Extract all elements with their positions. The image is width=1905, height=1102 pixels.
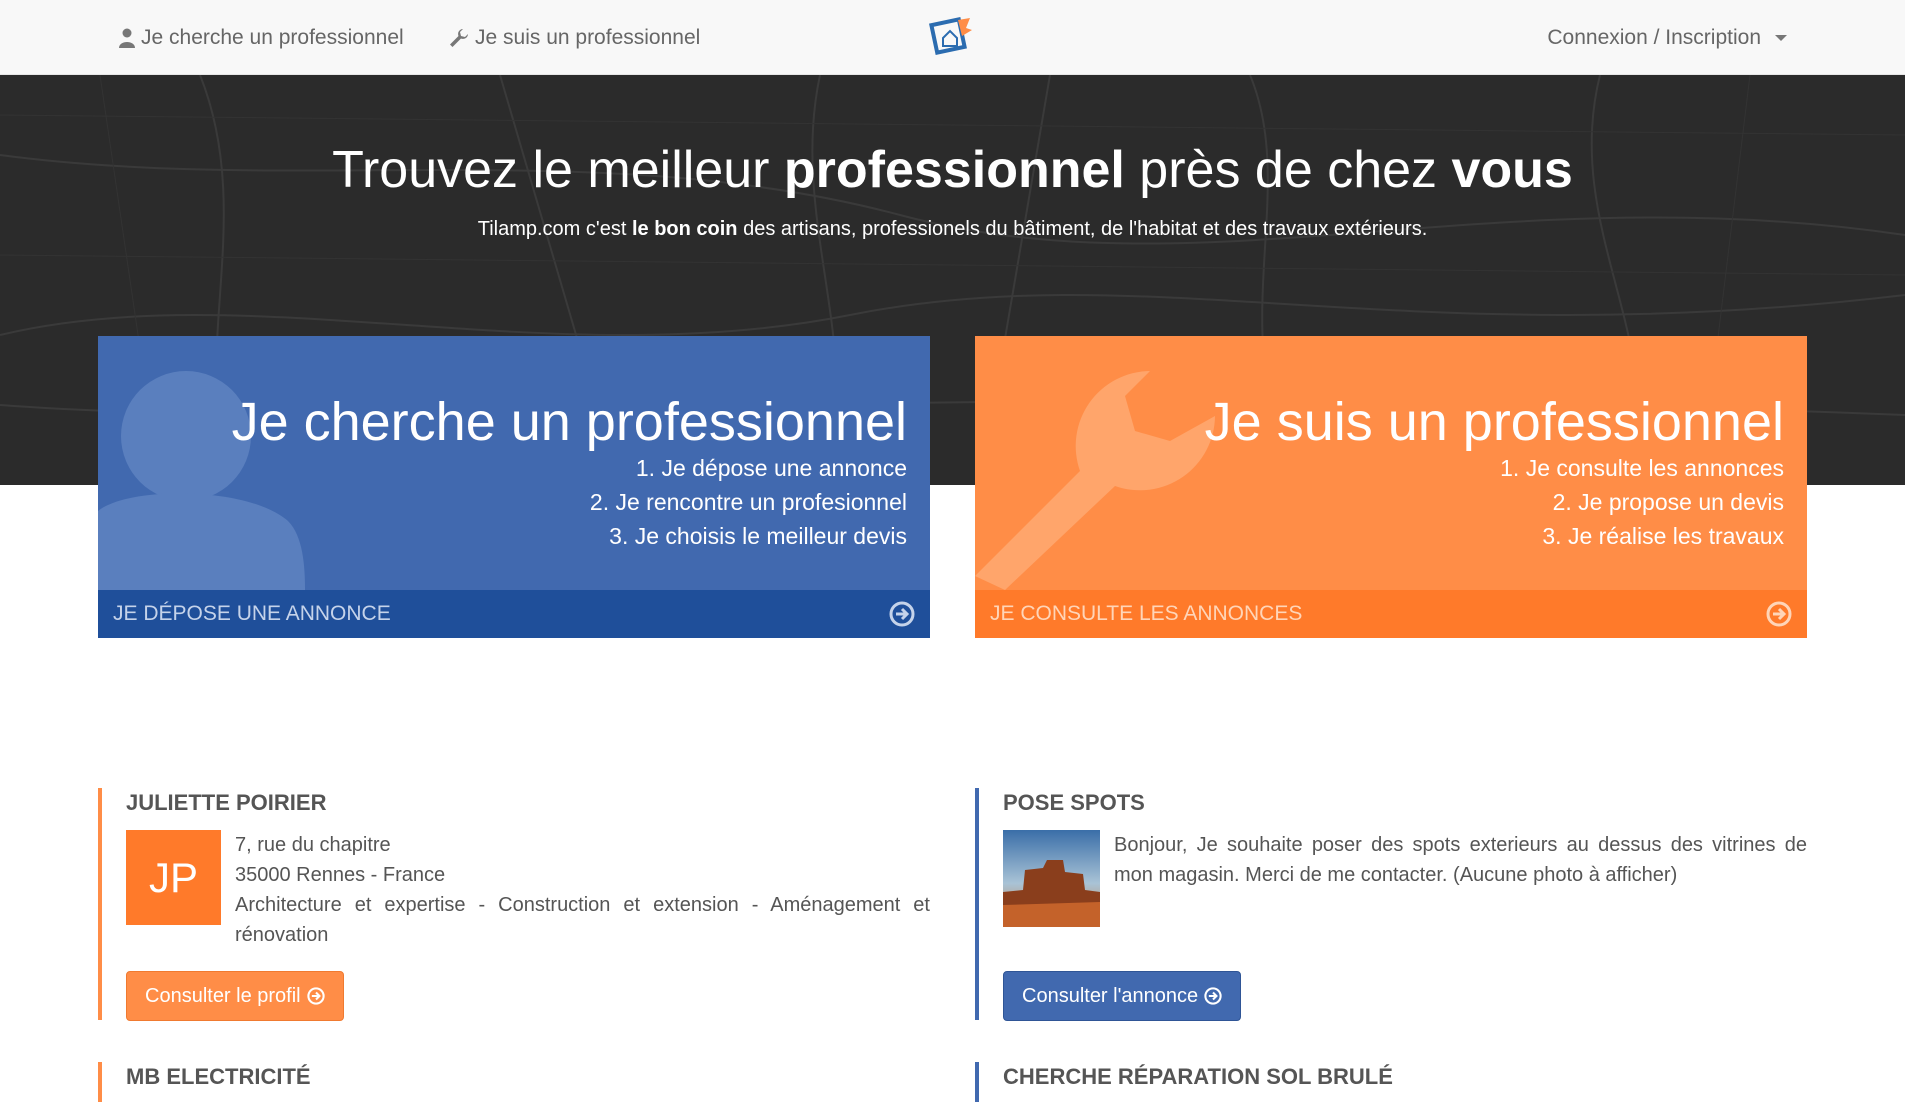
address-line: 7, rue du chapitre: [235, 834, 391, 856]
listing-title: POSE SPOTS: [1003, 790, 1145, 815]
card-steps: 1. Je consulte les annonces 2. Je propos…: [1500, 451, 1784, 553]
nav-pro-link[interactable]: Je suis un professionnel: [449, 0, 700, 75]
wrench-icon: [975, 371, 1215, 590]
card-step: 2. Je rencontre un profesionnel: [589, 489, 907, 515]
wrench-icon: [450, 28, 468, 47]
post-ad-label: JE DÉPOSE UNE ANNONCE: [113, 602, 391, 625]
post-ad-link[interactable]: JE DÉPOSE UNE ANNONCE: [98, 590, 930, 638]
arrow-circle-right-icon: [1766, 601, 1792, 627]
top-navbar: Je cherche un professionnel Je suis un p…: [0, 0, 1905, 75]
listing-title: MB ELECTRICITÉ: [126, 1064, 311, 1089]
ad-listing: CHERCHE RÉPARATION SOL BRULÉ: [975, 1062, 1807, 1102]
arrow-circle-right-icon: [889, 601, 915, 627]
account-dropdown[interactable]: Connexion / Inscription: [1547, 0, 1787, 75]
listing-details: 7, rue du chapitre 35000 Rennes - France…: [235, 830, 930, 950]
browse-ads-label: JE CONSULTE LES ANNONCES: [990, 602, 1303, 625]
seek-professional-card[interactable]: Je cherche un professionnel 1. Je dépose…: [98, 336, 930, 638]
caret-down-icon: [1775, 34, 1787, 41]
view-ad-label: Consulter l'annonce: [1022, 984, 1199, 1007]
city-line: 35000 Rennes - France: [235, 864, 446, 886]
card-steps: 1. Je dépose une annonce 2. Je rencontre…: [590, 451, 907, 553]
view-profile-label: Consulter le profil: [145, 984, 301, 1007]
arrow-circle-right-icon: [306, 987, 325, 1005]
listing-title: JULIETTE POIRIER: [126, 790, 327, 815]
card-step: 3. Je réalise les travaux: [1542, 523, 1784, 549]
hero-title: Trouvez le meilleur professionnel près d…: [332, 141, 1573, 199]
ad-listing: POSE SPOTS Bonjour, Je souhaite poser de…: [975, 788, 1807, 1021]
nav-seek-link[interactable]: Je cherche un professionnel: [119, 0, 404, 75]
view-profile-button[interactable]: Consulter le profil: [126, 971, 344, 1021]
listing-title: CHERCHE RÉPARATION SOL BRULÉ: [1003, 1064, 1393, 1089]
browse-ads-link[interactable]: JE CONSULTE LES ANNONCES: [975, 590, 1807, 638]
professional-listing: JULIETTE POIRIER JP 7, rue du chapitre 3…: [98, 788, 930, 1021]
ad-thumbnail: [1003, 830, 1100, 927]
card-step: 3. Je choisis le meilleur devis: [609, 523, 907, 549]
card-title: Je suis un professionnel: [1204, 392, 1784, 452]
card-step: 2. Je propose un devis: [1552, 489, 1784, 515]
nav-seek-label: Je cherche un professionnel: [141, 26, 404, 49]
listing-body: JP 7, rue du chapitre 35000 Rennes - Fra…: [126, 830, 930, 950]
card-step: 1. Je dépose une annonce: [635, 455, 907, 481]
view-ad-button[interactable]: Consulter l'annonce: [1003, 971, 1242, 1021]
professional-listing: MB ELECTRICITÉ: [98, 1062, 930, 1102]
card-step: 1. Je consulte les annonces: [1500, 455, 1784, 481]
arrow-circle-right-icon: [1204, 987, 1222, 1005]
ad-description: Bonjour, Je souhaite poser des spots ext…: [1114, 834, 1807, 886]
hero-subtitle: Tilamp.com c'est le bon coin des artisan…: [477, 218, 1428, 240]
categories-line: Architecture et expertise - Construction…: [235, 894, 930, 946]
listing-body: Bonjour, Je souhaite poser des spots ext…: [1003, 830, 1807, 927]
account-label: Connexion / Inscription: [1547, 26, 1761, 49]
nav-pro-label: Je suis un professionnel: [475, 26, 701, 49]
card-title: Je cherche un professionnel: [231, 392, 907, 452]
site-logo[interactable]: [928, 14, 976, 60]
user-icon: [98, 371, 305, 590]
user-icon: [119, 28, 135, 48]
avatar: JP: [126, 830, 221, 925]
am-professional-card[interactable]: Je suis un professionnel 1. Je consulte …: [975, 336, 1807, 638]
